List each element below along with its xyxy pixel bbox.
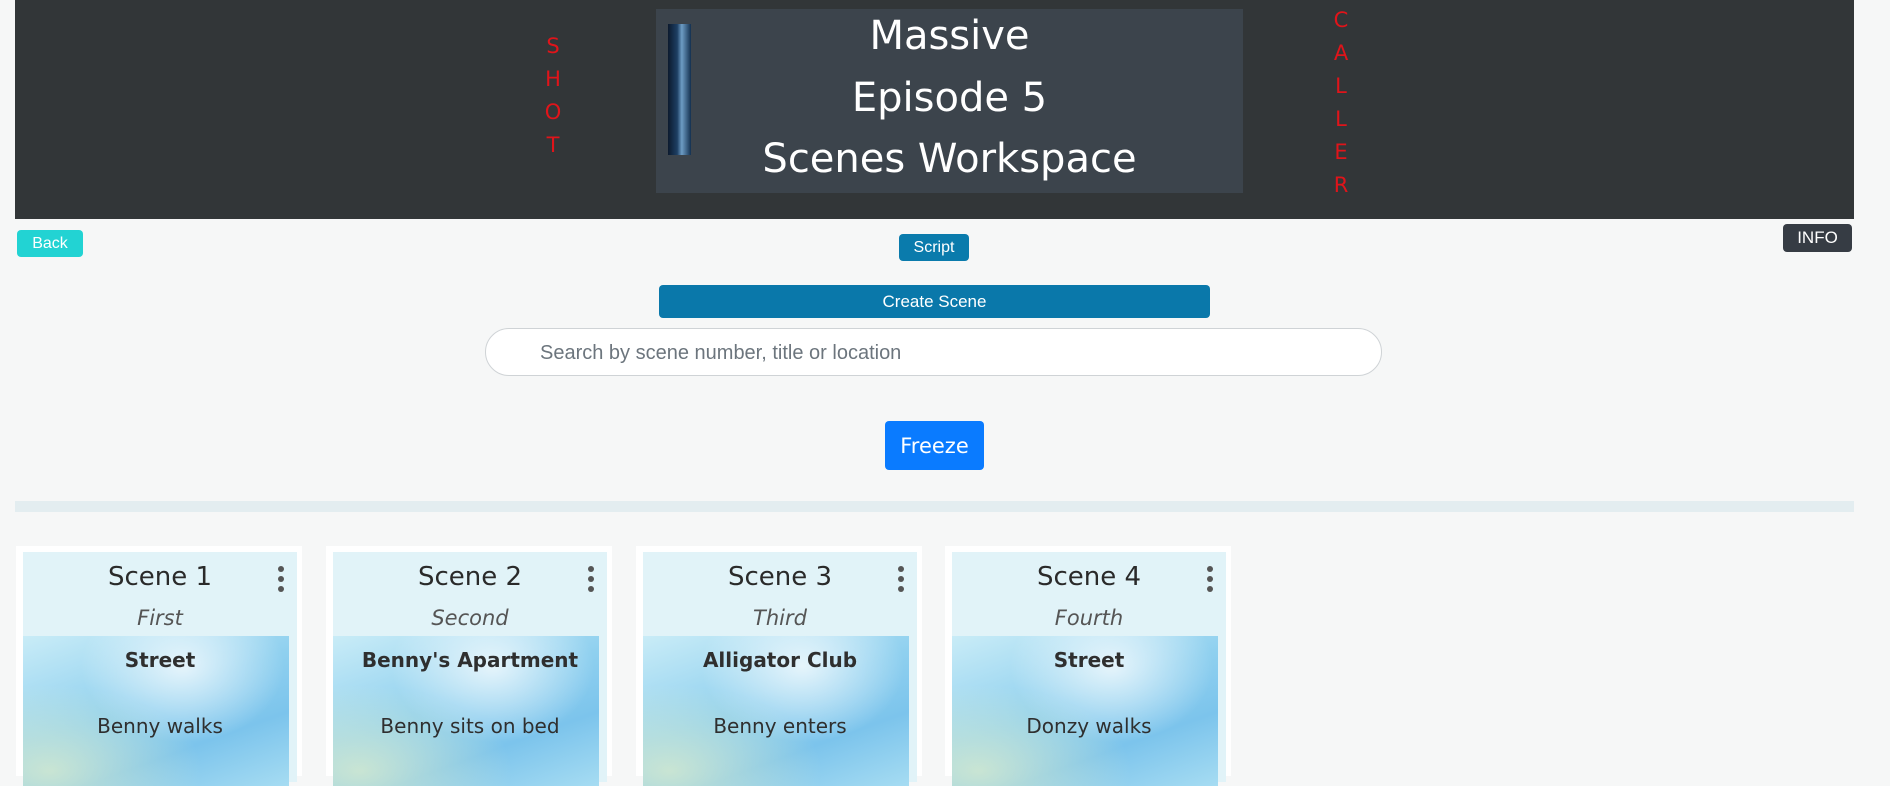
scene-location: Street — [124, 648, 196, 672]
scene-description: Benny walks — [97, 714, 223, 738]
scene-title: Scene 3 — [727, 562, 833, 592]
scene-card-body: Scene 2 Second Benny's Apartment Benny s… — [333, 552, 607, 786]
scene-card-body: Scene 4 Fourth Street Donzy walks — [952, 552, 1226, 786]
shot-letter: O — [544, 100, 562, 124]
shot-vertical-label: S H O T — [538, 30, 568, 162]
scene-card[interactable]: Scene 2 Second Benny's Apartment Benny s… — [326, 546, 612, 786]
scene-subtitle: Third — [753, 606, 807, 630]
workspace-title: Scenes Workspace — [762, 136, 1137, 182]
caller-vertical-label: C A L L E R — [1326, 4, 1356, 202]
search-input[interactable] — [538, 337, 1342, 369]
shot-letter: H — [545, 67, 561, 91]
more-vertical-icon[interactable] — [1204, 566, 1216, 592]
scene-card[interactable]: Scene 4 Fourth Street Donzy walks — [945, 546, 1231, 786]
caller-letter: R — [1333, 173, 1349, 197]
scene-card-body: Scene 1 First Street Benny walks — [23, 552, 297, 786]
script-button[interactable]: Script — [899, 234, 969, 261]
scene-description: Benny sits on bed — [380, 714, 560, 738]
project-title: Massive — [869, 13, 1030, 59]
caller-letter: C — [1333, 8, 1349, 32]
scene-description: Donzy walks — [1026, 714, 1152, 738]
back-button[interactable]: Back — [17, 230, 83, 257]
more-vertical-icon[interactable] — [275, 566, 287, 592]
scene-location: Alligator Club — [702, 648, 858, 672]
scene-subtitle: First — [137, 606, 183, 630]
scene-subtitle: Second — [431, 606, 509, 630]
caller-letter: A — [1333, 41, 1349, 65]
caller-letter: L — [1335, 107, 1347, 131]
caller-letter: E — [1334, 140, 1348, 164]
scene-card[interactable]: Scene 1 First Street Benny walks — [16, 546, 302, 786]
shot-letter: T — [546, 133, 560, 157]
scene-title: Scene 4 — [1036, 562, 1142, 592]
caller-letter: L — [1335, 74, 1347, 98]
episode-title: Episode 5 — [851, 75, 1048, 121]
scene-subtitle: Fourth — [1054, 606, 1124, 630]
scene-card-body: Scene 3 Third Alligator Club Benny enter… — [643, 552, 917, 786]
freeze-button[interactable]: Freeze — [885, 421, 984, 470]
search-bar — [485, 328, 1382, 376]
more-vertical-icon[interactable] — [585, 566, 597, 592]
title-panel: Massive Episode 5 Scenes Workspace — [656, 9, 1243, 193]
scene-description: Benny enters — [713, 714, 847, 738]
scene-card[interactable]: Scene 3 Third Alligator Club Benny enter… — [636, 546, 922, 786]
scene-title: Scene 2 — [417, 562, 523, 592]
info-button[interactable]: INFO — [1783, 224, 1852, 252]
scene-title: Scene 1 — [107, 562, 213, 592]
scene-location: Benny's Apartment — [361, 648, 579, 672]
scene-location: Street — [1053, 648, 1125, 672]
section-divider — [15, 501, 1854, 512]
app-header: S H O T Massive Episode 5 Scenes Workspa… — [15, 0, 1854, 219]
more-vertical-icon[interactable] — [895, 566, 907, 592]
create-scene-button[interactable]: Create Scene — [659, 285, 1210, 318]
shot-letter: S — [546, 34, 560, 58]
